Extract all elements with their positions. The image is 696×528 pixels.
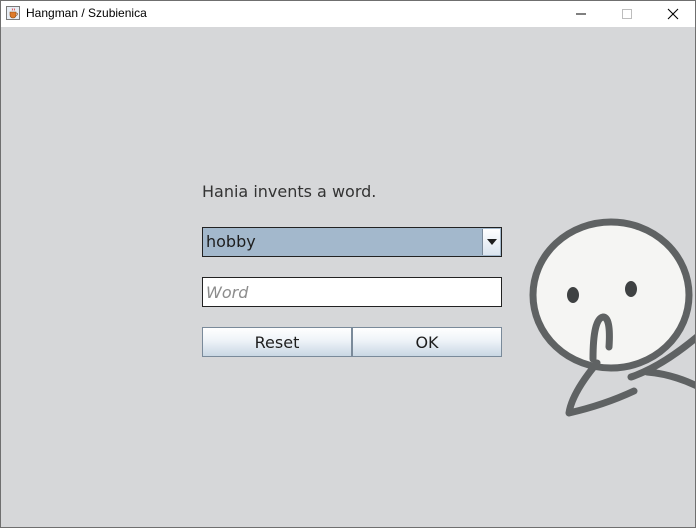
category-dropdown-button[interactable] xyxy=(482,229,500,255)
close-icon xyxy=(667,8,679,20)
category-select-value: hobby xyxy=(206,232,256,251)
ok-button[interactable]: OK xyxy=(352,327,502,357)
window-title: Hangman / Szubienica xyxy=(26,6,147,20)
minimize-button[interactable] xyxy=(558,1,604,27)
prompt-label: Hania invents a word. xyxy=(202,182,377,201)
close-button[interactable] xyxy=(650,1,696,27)
content-panel: Hania invents a word. hobby Reset OK xyxy=(1,27,695,527)
app-window: Hangman / Szubienica Hania invents a wor… xyxy=(0,0,696,528)
word-input[interactable] xyxy=(202,277,502,307)
reset-button[interactable]: Reset xyxy=(202,327,352,357)
chevron-down-icon xyxy=(486,239,497,245)
java-cup-icon xyxy=(6,6,20,20)
stickman-face-drawing xyxy=(529,218,695,417)
maximize-button[interactable] xyxy=(604,1,650,27)
maximize-icon xyxy=(622,9,632,19)
minimize-icon xyxy=(576,13,586,15)
category-select[interactable]: hobby xyxy=(202,227,502,257)
title-bar[interactable]: Hangman / Szubienica xyxy=(1,1,695,27)
